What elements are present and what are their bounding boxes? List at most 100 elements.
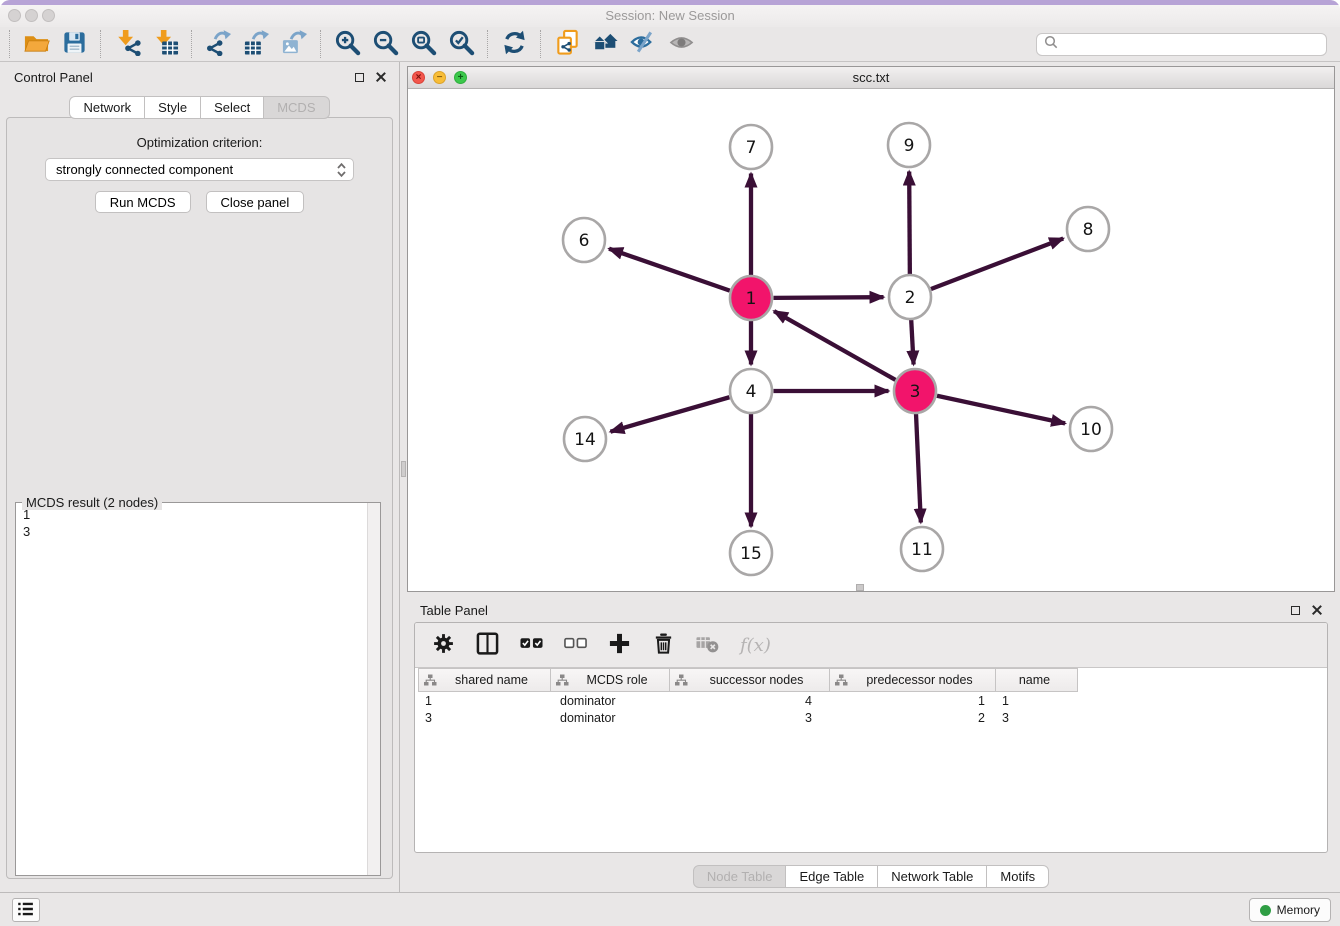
tab-node-table[interactable]: Node Table xyxy=(693,865,787,888)
table-panel-close-icon[interactable] xyxy=(1311,604,1323,616)
graph-node-label: 14 xyxy=(574,430,596,450)
split-table-button[interactable] xyxy=(476,632,499,658)
graph-node-9[interactable]: 9 xyxy=(888,123,930,167)
window-close-button[interactable] xyxy=(8,9,21,22)
control-panel: Control Panel NetworkStyleSelectMCDS Opt… xyxy=(0,62,400,892)
close-panel-button[interactable]: Close panel xyxy=(206,191,305,213)
graph-node-3[interactable]: 3 xyxy=(894,369,936,413)
graph-node-label: 1 xyxy=(746,289,757,309)
column-settings-button[interactable] xyxy=(432,632,455,658)
export-table-button[interactable] xyxy=(240,28,272,60)
search-input[interactable] xyxy=(1063,37,1319,53)
zoom-fit-button[interactable] xyxy=(407,28,439,60)
criterion-value: strongly connected component xyxy=(56,162,233,177)
table-cell[interactable]: dominator xyxy=(551,711,670,725)
zoom-out-button[interactable] xyxy=(369,28,401,60)
delete-column-button[interactable] xyxy=(652,632,675,658)
column-type-icon xyxy=(835,674,848,686)
graph-node-8[interactable]: 8 xyxy=(1067,207,1109,251)
mcds-result-item[interactable]: 3 xyxy=(23,523,359,540)
search-box[interactable] xyxy=(1036,33,1327,56)
tab-network-table[interactable]: Network Table xyxy=(877,865,987,888)
table-cell[interactable]: 3 xyxy=(996,711,1078,725)
graph-edge-2-9[interactable] xyxy=(909,171,910,274)
import-network-button[interactable] xyxy=(111,28,143,60)
run-mcds-button[interactable]: Run MCDS xyxy=(95,191,191,213)
table-row[interactable]: 1dominator411 xyxy=(418,692,1327,709)
table-cell[interactable]: 1 xyxy=(996,694,1078,708)
window-minimize-button[interactable] xyxy=(25,9,38,22)
network-home-button[interactable] xyxy=(589,28,621,60)
graph-node-15[interactable]: 15 xyxy=(730,531,772,575)
panel-splitter-grip[interactable] xyxy=(401,461,406,477)
table-cell[interactable]: 1 xyxy=(418,694,551,708)
graph-edge-2-8[interactable] xyxy=(931,238,1063,289)
window-zoom-button[interactable] xyxy=(42,9,55,22)
column-header-shared-name[interactable]: shared name xyxy=(418,668,551,692)
result-scrollbar[interactable] xyxy=(367,503,380,875)
graph-edge-1-2[interactable] xyxy=(773,297,883,298)
column-header-name[interactable]: name xyxy=(996,668,1078,692)
apply-layout-button[interactable] xyxy=(498,28,530,60)
table-cell[interactable]: 3 xyxy=(418,711,551,725)
tab-edge-table[interactable]: Edge Table xyxy=(785,865,878,888)
network-canvas[interactable]: 1 2 3 4 6 7 8 9 10 11 14 15 xyxy=(408,89,1334,591)
graph-node-2[interactable]: 2 xyxy=(889,275,931,319)
graph-edge-3-10[interactable] xyxy=(937,396,1065,424)
tab-mcds[interactable]: MCDS xyxy=(263,96,329,119)
control-panel-float-icon[interactable] xyxy=(355,73,364,82)
delete-column-icon xyxy=(652,632,675,658)
column-header-successor-nodes[interactable]: successor nodes xyxy=(670,668,830,692)
table-cell[interactable]: dominator xyxy=(551,694,670,708)
task-history-button[interactable] xyxy=(12,898,40,922)
column-header-predecessor-nodes[interactable]: predecessor nodes xyxy=(830,668,996,692)
zoom-selected-button[interactable] xyxy=(445,28,477,60)
graph-node-6[interactable]: 6 xyxy=(563,218,605,262)
graph-node-7[interactable]: 7 xyxy=(730,125,772,169)
table-panel-float-icon[interactable] xyxy=(1291,606,1300,615)
graph-edge-4-14[interactable] xyxy=(610,397,729,431)
graph-node-4[interactable]: 4 xyxy=(730,369,772,413)
table-cell[interactable]: 3 xyxy=(670,711,830,725)
memory-button[interactable]: Memory xyxy=(1249,898,1331,922)
deselect-all-columns-button[interactable] xyxy=(564,632,587,658)
network-maximize-icon[interactable] xyxy=(454,71,467,84)
zoom-in-button[interactable] xyxy=(331,28,363,60)
tab-select[interactable]: Select xyxy=(200,96,264,119)
table-row[interactable]: 3dominator323 xyxy=(418,709,1327,726)
graph-edge-1-6[interactable] xyxy=(609,249,730,291)
graph-edge-3-11[interactable] xyxy=(916,413,921,522)
hide-selected-button[interactable] xyxy=(627,28,659,60)
graph-edge-3-1[interactable] xyxy=(774,311,895,380)
graph-edge-2-3[interactable] xyxy=(911,319,913,364)
network-minimize-icon[interactable] xyxy=(433,71,446,84)
graph-node-11[interactable]: 11 xyxy=(901,527,943,571)
control-panel-close-icon[interactable] xyxy=(375,71,387,83)
graph-node-10[interactable]: 10 xyxy=(1070,407,1112,451)
graph-node-14[interactable]: 14 xyxy=(564,417,606,461)
canvas-splitter-grip[interactable] xyxy=(856,584,864,591)
criterion-dropdown[interactable]: strongly connected component xyxy=(45,158,354,181)
add-column-button[interactable] xyxy=(608,632,631,658)
save-session-button[interactable] xyxy=(58,28,90,60)
export-image-button[interactable] xyxy=(278,28,310,60)
table-cell[interactable]: 2 xyxy=(830,711,996,725)
control-panel-controls xyxy=(355,71,387,83)
import-table-button[interactable] xyxy=(149,28,181,60)
tab-style[interactable]: Style xyxy=(144,96,201,119)
show-selected-button[interactable] xyxy=(665,28,697,60)
duplicate-network-button[interactable] xyxy=(551,28,583,60)
save-session-icon xyxy=(61,29,88,59)
graph-node-1[interactable]: 1 xyxy=(730,276,772,320)
export-network-button[interactable] xyxy=(202,28,234,60)
open-session-button[interactable] xyxy=(20,28,52,60)
table-cell[interactable]: 1 xyxy=(830,694,996,708)
column-header-label: shared name xyxy=(437,673,550,687)
graph-node-label: 7 xyxy=(746,138,757,158)
table-cell[interactable]: 4 xyxy=(670,694,830,708)
tab-network[interactable]: Network xyxy=(69,96,145,119)
select-all-columns-button[interactable] xyxy=(520,632,543,658)
column-header-mcds-role[interactable]: MCDS role xyxy=(551,668,670,692)
network-close-icon[interactable] xyxy=(412,71,425,84)
tab-motifs[interactable]: Motifs xyxy=(986,865,1049,888)
